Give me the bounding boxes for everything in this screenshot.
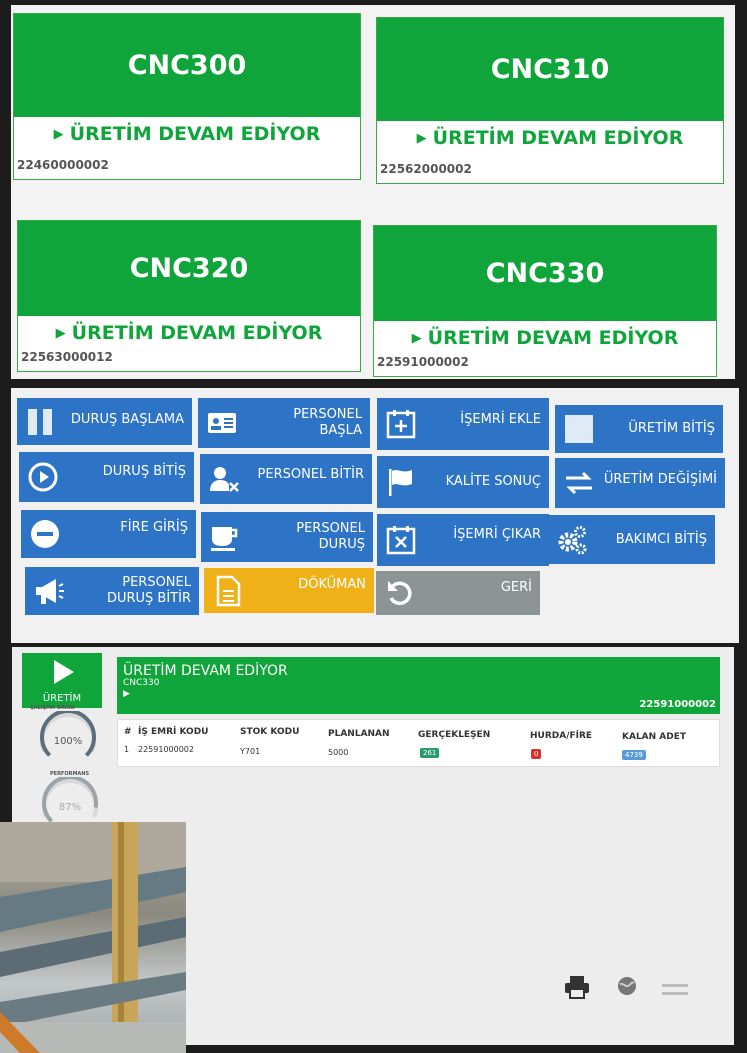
work-order-table: # İŞ EMRİ KODU STOK KODU PLANLANAN GERÇE… (117, 719, 720, 767)
menu-icon[interactable] (662, 981, 688, 1001)
gears-icon (558, 525, 587, 554)
personel-durus-bitir-button[interactable]: PERSONEL DURUŞ BİTİR (25, 567, 199, 615)
work-order-number: 22563000012 (21, 350, 113, 364)
button-label: PERSONEL BAŞLA (293, 407, 362, 438)
machine-status: ▶ ÜRETİM DEVAM EDİYOR (53, 123, 321, 145)
remaining-badge: 4739 (622, 750, 646, 760)
minus-circle-icon (31, 520, 59, 548)
machine-card-cnc310[interactable]: CNC310 ▶ ÜRETİM DEVAM EDİYOR 22562000002 (376, 17, 724, 184)
printer-icon[interactable] (564, 975, 590, 999)
work-order-number: 22562000002 (380, 162, 472, 176)
button-label: KALİTE SONUÇ (445, 474, 541, 489)
machine-status: ▶ ÜRETİM DEVAM EDİYOR (55, 322, 323, 344)
megaphone-icon (36, 579, 64, 604)
machine-name: CNC300 (14, 14, 360, 117)
machine-card-cnc330[interactable]: CNC330 ▶ ÜRETİM DEVAM EDİYOR 22591000002 (373, 225, 717, 377)
sidebar-label: ÜRETİM (42, 693, 82, 704)
geri-button[interactable]: GERİ (376, 571, 540, 615)
bakimci-bitis-button[interactable]: BAKIMCI BİTİŞ (548, 515, 715, 564)
button-label: FİRE GİRİŞ (120, 520, 188, 535)
play-circle-icon (28, 462, 58, 492)
work-order-number: 22591000002 (377, 355, 469, 369)
column-header: STOK KODU (240, 727, 300, 737)
flag-icon (389, 469, 412, 496)
button-label: İŞEMRİ ÇIKAR (453, 527, 541, 542)
machine-name: CNC310 (377, 18, 723, 121)
machine-status: ▶ ÜRETİM DEVAM EDİYOR (416, 127, 684, 149)
button-label: ÜRETİM BİTİŞ (628, 421, 715, 436)
play-arrow-icon: ▶ (416, 130, 427, 146)
coffee-cup-icon (211, 527, 238, 551)
production-status-header: ÜRETİM DEVAM EDİYOR CNC330 ▶ 22591000002 (117, 657, 720, 714)
user-remove-icon (210, 467, 239, 492)
kalite-sonuc-button[interactable]: KALİTE SONUÇ (377, 456, 549, 508)
machine-name: CNC320 (18, 221, 360, 316)
machine-code: CNC330 (123, 678, 160, 688)
column-header: # (124, 727, 132, 737)
gauge-value: 100% (54, 736, 83, 747)
button-label: PERSONEL DURUŞ BİTİR (106, 575, 191, 606)
planned-cell: 5000 (328, 748, 349, 757)
factory-ceiling-photo (0, 822, 186, 1053)
play-icon (54, 660, 74, 684)
play-small-icon: ▶ (123, 689, 130, 699)
column-header: İŞ EMRİ KODU (138, 727, 209, 737)
status-title: ÜRETİM DEVAM EDİYOR (123, 663, 288, 679)
dokuman-button[interactable]: DÖKÜMAN (204, 568, 374, 613)
button-label: DURUŞ BİTİŞ (102, 464, 186, 479)
button-label: DURUŞ BAŞLAMA (70, 412, 184, 427)
play-arrow-icon: ▶ (411, 330, 422, 346)
button-label: GERİ (500, 580, 532, 595)
machine-name: CNC330 (374, 226, 716, 321)
work-order-number: 22591000002 (639, 699, 716, 710)
action-button-panel: DURUŞ BAŞLAMA PERSONEL BAŞLA İŞEMRİ EKLE… (11, 388, 739, 643)
isemri-ekle-button[interactable]: İŞEMRİ EKLE (377, 398, 549, 450)
machine-status-panel: CNC300 ▶ ÜRETİM DEVAM EDİYOR 22460000002 … (11, 5, 735, 379)
uretim-degisimi-button[interactable]: ÜRETİM DEĞİŞİMİ (555, 458, 725, 508)
uretim-bitis-button[interactable]: ÜRETİM BİTİŞ (555, 405, 723, 453)
button-label: ÜRETİM DEĞİŞİMİ (603, 472, 717, 487)
calendar-remove-icon (386, 526, 416, 555)
machine-card-cnc320[interactable]: CNC320 ▶ ÜRETİM DEVAM EDİYOR 22563000012 (17, 220, 361, 372)
performans-gauge: 87% (42, 777, 98, 823)
fire-giris-button[interactable]: FİRE GİRİŞ (21, 510, 196, 558)
id-card-icon (208, 413, 236, 433)
column-header: KALAN ADET (622, 732, 687, 742)
column-header: HURDA/FİRE (530, 731, 593, 741)
isemri-cikar-button[interactable]: İŞEMRİ ÇIKAR (377, 514, 549, 566)
stock-code-cell: Y701 (240, 747, 261, 756)
personel-bitir-button[interactable]: PERSONEL BİTİR (200, 454, 372, 504)
personel-durus-button[interactable]: PERSONEL DURUŞ (201, 512, 373, 562)
production-sidebar-button[interactable]: ÜRETİM (22, 653, 102, 708)
order-code-cell: 22591000002 (138, 745, 194, 754)
machine-card-cnc300[interactable]: CNC300 ▶ ÜRETİM DEVAM EDİYOR 22460000002 (13, 13, 361, 180)
globe-icon[interactable] (616, 975, 638, 999)
document-icon (216, 575, 241, 606)
swap-arrows-icon (566, 471, 592, 495)
button-label: BAKIMCI BİTİŞ (615, 531, 707, 547)
stop-icon (565, 415, 593, 443)
button-label: PERSONEL BİTİR (257, 467, 364, 482)
durus-bitis-button[interactable]: DURUŞ BİTİŞ (19, 452, 194, 502)
undo-icon (388, 581, 412, 606)
durus-baslama-button[interactable]: DURUŞ BAŞLAMA (17, 398, 192, 445)
row-index: 1 (124, 745, 130, 754)
machine-status: ▶ ÜRETİM DEVAM EDİYOR (411, 327, 679, 349)
calendar-add-icon (386, 410, 416, 439)
gauge-value: 87% (59, 802, 81, 813)
personel-basla-button[interactable]: PERSONEL BAŞLA (198, 398, 370, 448)
play-arrow-icon: ▶ (55, 325, 66, 341)
column-header: GERÇEKLEŞEN (418, 730, 491, 740)
work-order-number: 22460000002 (17, 158, 109, 172)
button-label: DÖKÜMAN (298, 577, 366, 592)
calisma-orani-gauge: 100% (40, 711, 96, 757)
button-label: İŞEMRİ EKLE (460, 412, 541, 427)
button-label: PERSONEL DURUŞ (296, 521, 365, 552)
pause-icon (28, 408, 52, 435)
play-arrow-icon: ▶ (53, 126, 64, 142)
realized-badge: 261 (420, 748, 440, 758)
scrap-badge: 0 (531, 749, 542, 759)
column-header: PLANLANAN (328, 729, 390, 739)
